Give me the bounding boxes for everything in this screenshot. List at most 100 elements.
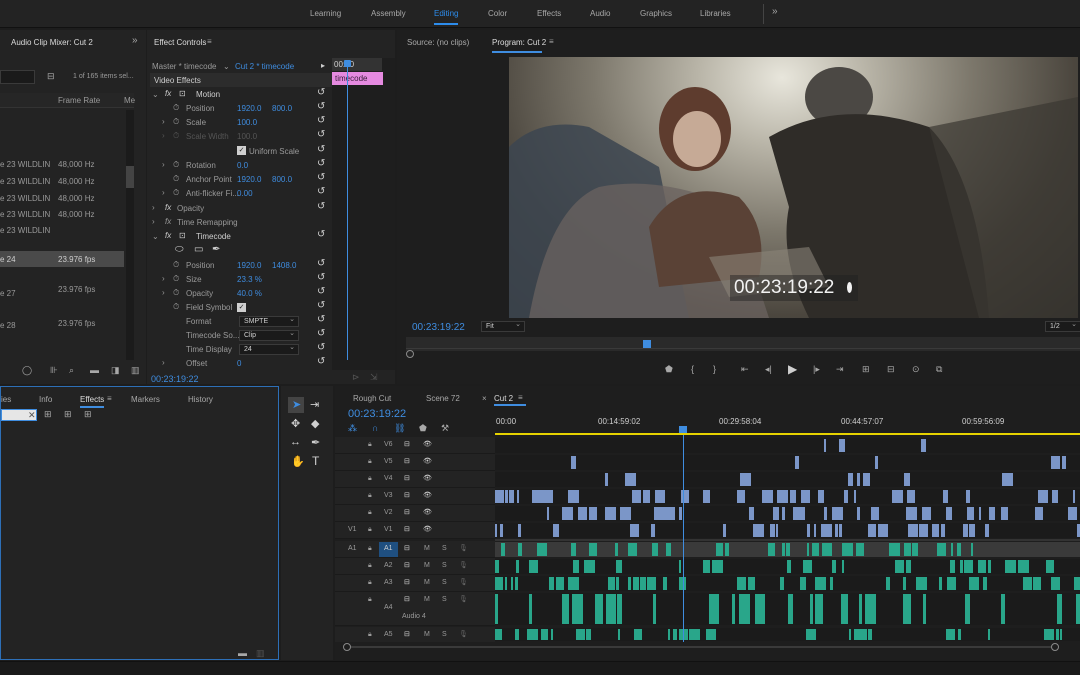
track-header-v4[interactable]: 🔒︎ V4 ⊟ 👁︎ (335, 471, 495, 488)
selection-tool-icon[interactable]: ➤ (292, 398, 301, 411)
track-lane[interactable] (495, 559, 1080, 574)
audio-clip[interactable] (505, 577, 507, 590)
microphone-icon[interactable]: 🎙︎ (459, 595, 468, 603)
microphone-icon[interactable]: 🎙︎ (459, 630, 468, 638)
video-clip[interactable] (605, 507, 616, 520)
video-clip[interactable] (790, 490, 796, 503)
audio-clip[interactable] (634, 629, 642, 640)
video-clip[interactable] (824, 439, 826, 452)
track-header-v5[interactable]: 🔒︎ V5 ⊟ 👁︎ (335, 454, 495, 471)
opacity-effect-row[interactable]: › fx Opacity (150, 202, 332, 216)
audio-clip[interactable] (495, 594, 498, 624)
audio-clip[interactable] (732, 594, 735, 624)
rectangle-mask-icon[interactable]: ▭ (194, 244, 203, 255)
audio-clip[interactable] (495, 629, 502, 640)
audio-clip[interactable] (951, 543, 953, 556)
audio-clip[interactable] (495, 560, 499, 573)
audio-clip[interactable] (716, 594, 719, 624)
audio-clip[interactable] (737, 577, 746, 590)
track-lane[interactable] (495, 472, 1080, 487)
panel-menu-icon[interactable]: ≡ (207, 37, 212, 46)
video-clip[interactable] (749, 507, 754, 520)
stopwatch-icon[interactable]: ⏱ (173, 103, 179, 113)
video-clip[interactable] (703, 490, 710, 503)
audio-clip[interactable] (788, 594, 793, 624)
chevron-right-icon[interactable]: › (162, 188, 165, 197)
audio-clip[interactable] (689, 629, 700, 640)
source-patch-v1[interactable]: V1 (348, 526, 357, 533)
reset-icon[interactable]: ↺ (317, 115, 325, 126)
audio-clip[interactable] (1005, 560, 1016, 573)
tc-opacity-row[interactable]: › ⏱ Opacity 40.0 % (150, 287, 332, 301)
audio-clip[interactable] (537, 543, 547, 556)
video-clip[interactable] (878, 524, 888, 537)
audio-clip[interactable] (616, 577, 619, 590)
video-clip[interactable] (605, 473, 608, 486)
slider-handle-icon[interactable]: ◯ (22, 365, 32, 376)
video-clip[interactable] (801, 490, 810, 503)
video-clip[interactable] (904, 473, 910, 486)
audio-clip[interactable] (562, 594, 569, 624)
export-icon[interactable]: ⇲ (370, 372, 378, 383)
mute-button[interactable]: M (424, 579, 430, 586)
add-marker-icon[interactable]: ⬟ (419, 423, 427, 434)
position-x-value[interactable]: 1920.0 (237, 104, 261, 113)
source-patch-a1[interactable]: A1 (348, 545, 357, 552)
video-clip[interactable] (992, 507, 995, 520)
audio-clip[interactable] (815, 594, 823, 624)
audio-clip[interactable] (895, 560, 904, 573)
video-clip[interactable] (907, 490, 915, 503)
sync-lock-icon[interactable]: ⊟ (404, 508, 410, 516)
audio-clip[interactable] (633, 577, 639, 590)
motion-transform-icon[interactable]: ⊡ (179, 231, 186, 240)
audio-clip[interactable] (832, 560, 836, 573)
trash-icon[interactable]: ▥ (256, 648, 265, 659)
workspace-tab-effects[interactable]: Effects (537, 9, 561, 18)
list-item[interactable]: e 23 WILDLIN (0, 223, 124, 238)
eye-icon[interactable]: 👁︎ (423, 457, 432, 465)
video-clip[interactable] (723, 524, 726, 537)
list-item[interactable]: e 23 WILDLIN 48,000 Hz (0, 207, 124, 222)
audio-clip[interactable] (889, 543, 900, 556)
audio-clip[interactable] (556, 577, 564, 590)
audio-clip[interactable] (652, 543, 658, 556)
video-clip[interactable] (1068, 507, 1077, 520)
solo-button[interactable]: S (442, 562, 447, 569)
lock-icon[interactable]: 🔒︎ (368, 631, 372, 639)
clip-label-bar[interactable]: timecode (332, 72, 383, 85)
motion-effect-row[interactable]: ⌄ fx ⊡ Motion (150, 88, 332, 102)
audio-clip[interactable] (716, 543, 723, 556)
tab-scene-72[interactable]: Scene 72 (426, 394, 460, 403)
video-clip[interactable] (495, 490, 504, 503)
list-item[interactable]: e 27 23.976 fps (0, 285, 124, 300)
audio-clip[interactable] (958, 629, 961, 640)
track-lane[interactable] (495, 542, 1080, 557)
format-row[interactable]: Format SMPTE (150, 315, 332, 329)
audio-clip[interactable] (971, 543, 973, 556)
audio-clip[interactable] (529, 560, 538, 573)
accelerated-effects-icon[interactable]: ⊞ (44, 409, 52, 420)
lock-icon[interactable]: 🔒︎ (368, 509, 372, 517)
offset-row[interactable]: › Offset 0 (150, 357, 332, 371)
video-clip[interactable] (818, 490, 824, 503)
fx-icon[interactable]: fx (165, 203, 171, 212)
audio-clip[interactable] (586, 629, 591, 640)
slip-tool-icon[interactable]: ↔ (290, 436, 301, 448)
list-item[interactable]: e 23 WILDLIN 48,000 Hz (0, 191, 124, 206)
tab-rough-cut[interactable]: Rough Cut (353, 394, 391, 403)
video-clip[interactable] (1038, 490, 1048, 503)
audio-clip[interactable] (527, 629, 538, 640)
video-clip[interactable] (963, 524, 968, 537)
tab-history[interactable]: History (188, 395, 213, 404)
audio-clip[interactable] (515, 577, 518, 590)
audio-clip[interactable] (1074, 577, 1080, 590)
audio-clip[interactable] (668, 629, 670, 640)
anchor-y-value[interactable]: 800.0 (272, 175, 292, 184)
video-clip[interactable] (848, 473, 853, 486)
audio-clip[interactable] (616, 560, 622, 573)
video-clip[interactable] (908, 524, 918, 537)
sort-icon[interactable]: ⊪ (50, 365, 58, 376)
audio-clip[interactable] (810, 594, 813, 624)
audio-clip[interactable] (584, 560, 595, 573)
stopwatch-icon[interactable]: ⏱ (173, 260, 179, 270)
